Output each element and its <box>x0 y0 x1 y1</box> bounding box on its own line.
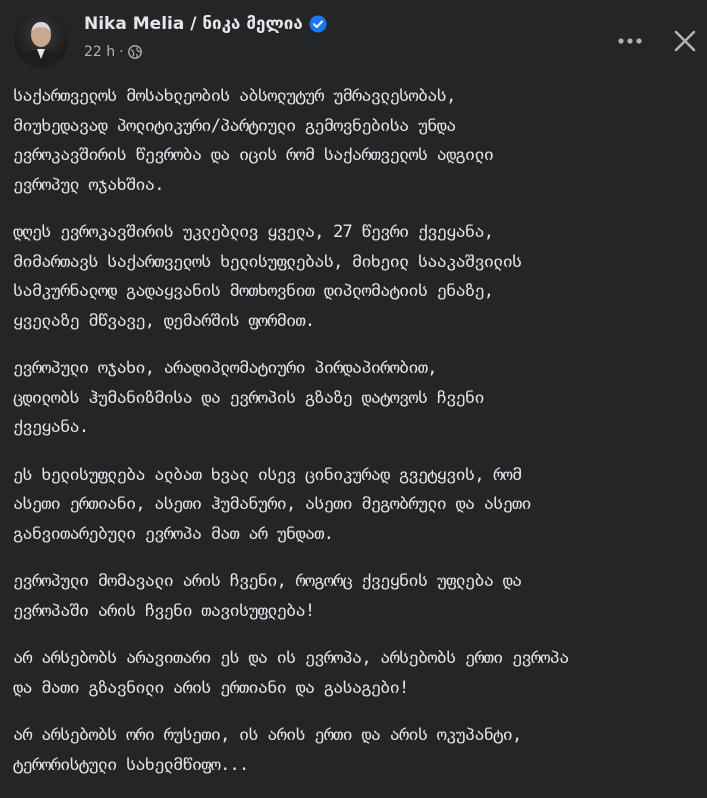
post-paragraph: ეს ხელისუფლება ალბათ ხვალ ისევ ცინიკურად… <box>13 464 532 544</box>
more-options-button[interactable] <box>612 26 648 56</box>
author-name-row: Nika Melia / ნიკა მელია <box>84 14 327 34</box>
post-paragraph: ევროპული ოჯახი, არადიპლომატიური პირდაპირ… <box>13 358 485 437</box>
post-paragraph: ევროპული მომავალი არის ჩვენი, როგორც ქვე… <box>13 571 522 621</box>
more-options-icon <box>618 38 642 44</box>
author-name[interactable]: Nika Melia / ნიკა მელია <box>84 14 303 34</box>
author-avatar[interactable] <box>14 13 68 67</box>
post-meta: 22 h · <box>84 44 142 60</box>
meta-separator: · <box>119 44 124 60</box>
close-icon <box>674 30 696 52</box>
globe-icon[interactable] <box>127 45 142 59</box>
post-timestamp[interactable]: 22 h <box>84 44 115 60</box>
post-header: Nika Melia / ნიკა მელია 22 h · <box>0 0 707 80</box>
post-paragraph: არ არსებობს არავითარი ეს და ის ევროპა, ა… <box>13 648 569 698</box>
post-body: საქართველოს მოსახლეობის აბსოლუტურ უმრავლ… <box>13 82 703 798</box>
post-paragraph: საქართველოს მოსახლეობის აბსოლუტურ უმრავლ… <box>13 86 494 195</box>
post-paragraph: არ არსებობს ორი რუსეთი, ის არის ერთი და … <box>13 725 522 775</box>
verified-badge-icon <box>309 15 327 33</box>
post-paragraph: დღეს ევროკავშირის უკლებლივ ყველა, 27 წევ… <box>13 222 522 331</box>
close-button[interactable] <box>668 24 702 58</box>
avatar-photo <box>14 13 68 67</box>
